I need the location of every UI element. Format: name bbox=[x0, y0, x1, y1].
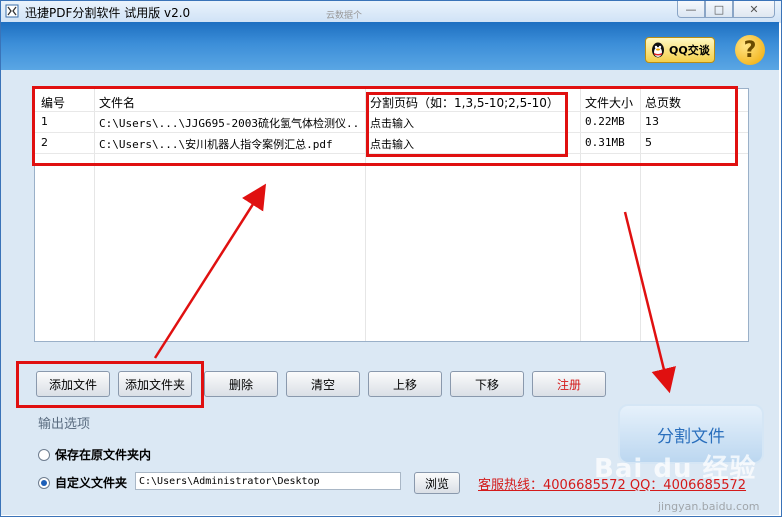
output-path-input[interactable]: C:\Users\Administrator\Desktop bbox=[135, 472, 401, 490]
qq-penguin-icon bbox=[652, 42, 664, 58]
radio-save-original[interactable] bbox=[38, 449, 50, 461]
add-file-button[interactable]: 添加文件 bbox=[36, 371, 110, 397]
watermark-url: jingyan.baidu.com bbox=[658, 500, 760, 513]
row-total-pages: 5 bbox=[645, 136, 652, 149]
baidu-watermark: Bai du 经验 bbox=[594, 454, 757, 484]
row-split-pages-input[interactable]: 点击输入 bbox=[370, 115, 414, 131]
row-split-pages-input[interactable]: 点击输入 bbox=[370, 136, 414, 152]
column-header-split-pages: 分割页码（如：1,3,5-10;2,5-10） bbox=[370, 96, 559, 110]
radio-save-original-label[interactable]: 保存在原文件夹内 bbox=[55, 446, 151, 463]
row-total-pages: 13 bbox=[645, 115, 659, 128]
row-id: 2 bbox=[41, 136, 48, 149]
radio-custom-folder-label[interactable]: 自定义文件夹 bbox=[55, 474, 127, 491]
table-row[interactable]: 2 C:\Users\...\安川机器人指令案例汇总.pdf 点击输入 0.31… bbox=[35, 133, 748, 154]
output-options-title: 输出选项 bbox=[38, 417, 91, 432]
move-down-button[interactable]: 下移 bbox=[450, 371, 524, 397]
clear-button[interactable]: 清空 bbox=[286, 371, 360, 397]
move-up-button[interactable]: 上移 bbox=[368, 371, 442, 397]
ghost-title: 云数据个 bbox=[326, 11, 363, 21]
add-folder-button[interactable]: 添加文件夹 bbox=[118, 371, 192, 397]
window-title: 迅捷PDF分割软件 试用版 v2.0 bbox=[25, 6, 191, 20]
maximize-button[interactable]: □ bbox=[705, 1, 733, 18]
title-bar[interactable]: 迅捷PDF分割软件 试用版 v2.0 云数据个 — □ ✕ bbox=[1, 1, 781, 23]
qq-chat-button[interactable]: QQ交谈 bbox=[645, 37, 715, 63]
column-header-total-pages: 总页数 bbox=[645, 96, 682, 110]
qq-chat-label: QQ交谈 bbox=[669, 44, 710, 57]
radio-custom-folder[interactable] bbox=[38, 477, 50, 489]
close-button[interactable]: ✕ bbox=[733, 1, 775, 18]
register-button[interactable]: 注册 bbox=[532, 371, 606, 397]
delete-button[interactable]: 删除 bbox=[204, 371, 278, 397]
row-filename: C:\Users\...\JJG695-2003硫化氢气体检测仪... bbox=[99, 117, 361, 130]
row-size: 0.22MB bbox=[585, 115, 625, 128]
row-filename: C:\Users\...\安川机器人指令案例汇总.pdf bbox=[99, 138, 333, 151]
minimize-button[interactable]: — bbox=[677, 1, 705, 18]
table-row[interactable]: 1 C:\Users\...\JJG695-2003硫化氢气体检测仪... 点击… bbox=[35, 112, 748, 133]
table-header: 编号 文件名 分割页码（如：1,3,5-10;2,5-10） 文件大小 总页数 bbox=[35, 91, 748, 112]
column-header-filename: 文件名 bbox=[99, 96, 136, 110]
row-size: 0.31MB bbox=[585, 136, 625, 149]
browse-button[interactable]: 浏览 bbox=[414, 472, 460, 494]
column-header-size: 文件大小 bbox=[585, 96, 634, 110]
row-id: 1 bbox=[41, 115, 48, 128]
file-table[interactable]: 编号 文件名 分割页码（如：1,3,5-10;2,5-10） 文件大小 总页数 … bbox=[34, 88, 749, 342]
help-icon[interactable]: ? bbox=[735, 35, 765, 65]
column-header-id: 编号 bbox=[41, 96, 66, 110]
app-icon bbox=[5, 4, 19, 18]
